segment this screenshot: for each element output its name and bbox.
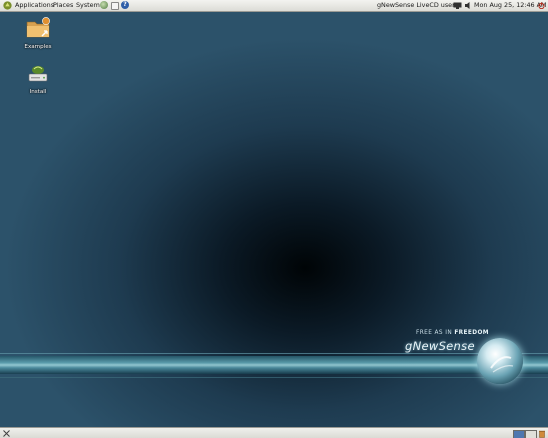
desktop-icon-label: Examples bbox=[24, 44, 52, 50]
bottom-panel bbox=[0, 427, 548, 438]
volume-icon[interactable] bbox=[465, 2, 472, 9]
power-icon[interactable] bbox=[538, 2, 545, 9]
tagline-prefix: FREE AS IN bbox=[416, 330, 455, 336]
wallpaper-brand-logo: gNewSense bbox=[405, 339, 475, 353]
menu-places[interactable]: Places bbox=[53, 0, 73, 11]
menu-applications[interactable]: Applications bbox=[15, 0, 54, 11]
help-icon[interactable]: ? bbox=[121, 1, 129, 9]
wallpaper-band bbox=[0, 356, 548, 374]
clock[interactable]: Mon Aug 25, 12:46 AM bbox=[474, 0, 547, 11]
workspace-1[interactable] bbox=[513, 430, 525, 438]
web-browser-icon[interactable] bbox=[100, 1, 108, 9]
desktop-screen: Applications Places System ? gNewSense L… bbox=[0, 0, 548, 438]
network-icon[interactable] bbox=[453, 2, 462, 9]
wallpaper-band-line bbox=[0, 377, 548, 378]
user-switcher[interactable]: gNewSense LiveCD user bbox=[377, 0, 455, 11]
desktop-icon-install[interactable]: Install bbox=[20, 64, 56, 95]
menu-system[interactable]: System bbox=[76, 0, 100, 11]
desktop-icon-label: Install bbox=[29, 89, 47, 95]
gnewsense-logo-icon[interactable] bbox=[3, 1, 12, 10]
show-desktop-icon[interactable] bbox=[3, 430, 10, 437]
orb-swirl-icon bbox=[490, 356, 514, 373]
top-panel: Applications Places System ? gNewSense L… bbox=[0, 0, 548, 12]
folder-icon bbox=[26, 17, 50, 38]
wallpaper-orb-logo-icon bbox=[477, 338, 523, 384]
wallpaper-tagline: FREE AS IN FREEDOM bbox=[416, 330, 489, 336]
tagline-emphasis: FREEDOM bbox=[454, 330, 489, 336]
mail-icon[interactable] bbox=[111, 2, 119, 10]
desktop-icon-examples[interactable]: Examples bbox=[20, 17, 56, 50]
install-drive-icon bbox=[28, 66, 48, 82]
wallpaper-band-line bbox=[0, 353, 548, 354]
trash-icon[interactable] bbox=[538, 430, 546, 438]
workspace-2[interactable] bbox=[525, 430, 537, 438]
